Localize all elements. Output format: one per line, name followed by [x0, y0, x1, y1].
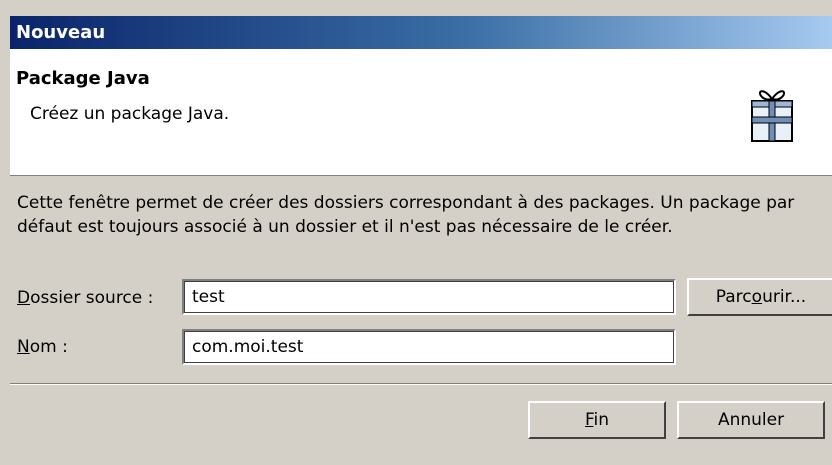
browse-label-before: Parc: [715, 287, 752, 307]
banner-title: Package Java: [16, 68, 150, 89]
finish-button[interactable]: Fin: [528, 401, 666, 439]
source-folder-label-text: ossier source :: [30, 288, 154, 308]
browse-label-after: urir...: [762, 287, 807, 307]
name-label-text: om :: [29, 337, 68, 357]
source-folder-label: Dossier source :: [17, 288, 153, 308]
finish-label-text: in: [593, 410, 610, 430]
cancel-button[interactable]: Annuler: [677, 401, 825, 439]
page-description: Cette fenêtre permet de créer des dossie…: [17, 193, 795, 237]
source-folder-label-mnemonic: D: [17, 288, 31, 308]
name-label: Nom :: [17, 337, 68, 357]
package-name-input[interactable]: com.moi.test: [182, 329, 676, 365]
wizard-banner: Package Java Créez un package Java.: [10, 49, 832, 176]
wizard-content: Cette fenêtre permet de créer des dossie…: [10, 176, 832, 376]
browse-label-mnemonic: o: [751, 287, 763, 307]
button-bar-separator: [10, 383, 832, 385]
finish-label-mnemonic: F: [584, 410, 594, 430]
banner-description: Créez un package Java.: [30, 104, 230, 124]
name-label-mnemonic: N: [17, 337, 30, 357]
source-folder-input[interactable]: test: [182, 279, 676, 315]
browse-button[interactable]: Parcourir...: [687, 278, 832, 316]
window-title: Nouveau: [10, 16, 832, 49]
new-java-package-dialog: Nouveau Package Java Créez un package Ja…: [0, 0, 832, 465]
package-icon: [751, 90, 793, 142]
